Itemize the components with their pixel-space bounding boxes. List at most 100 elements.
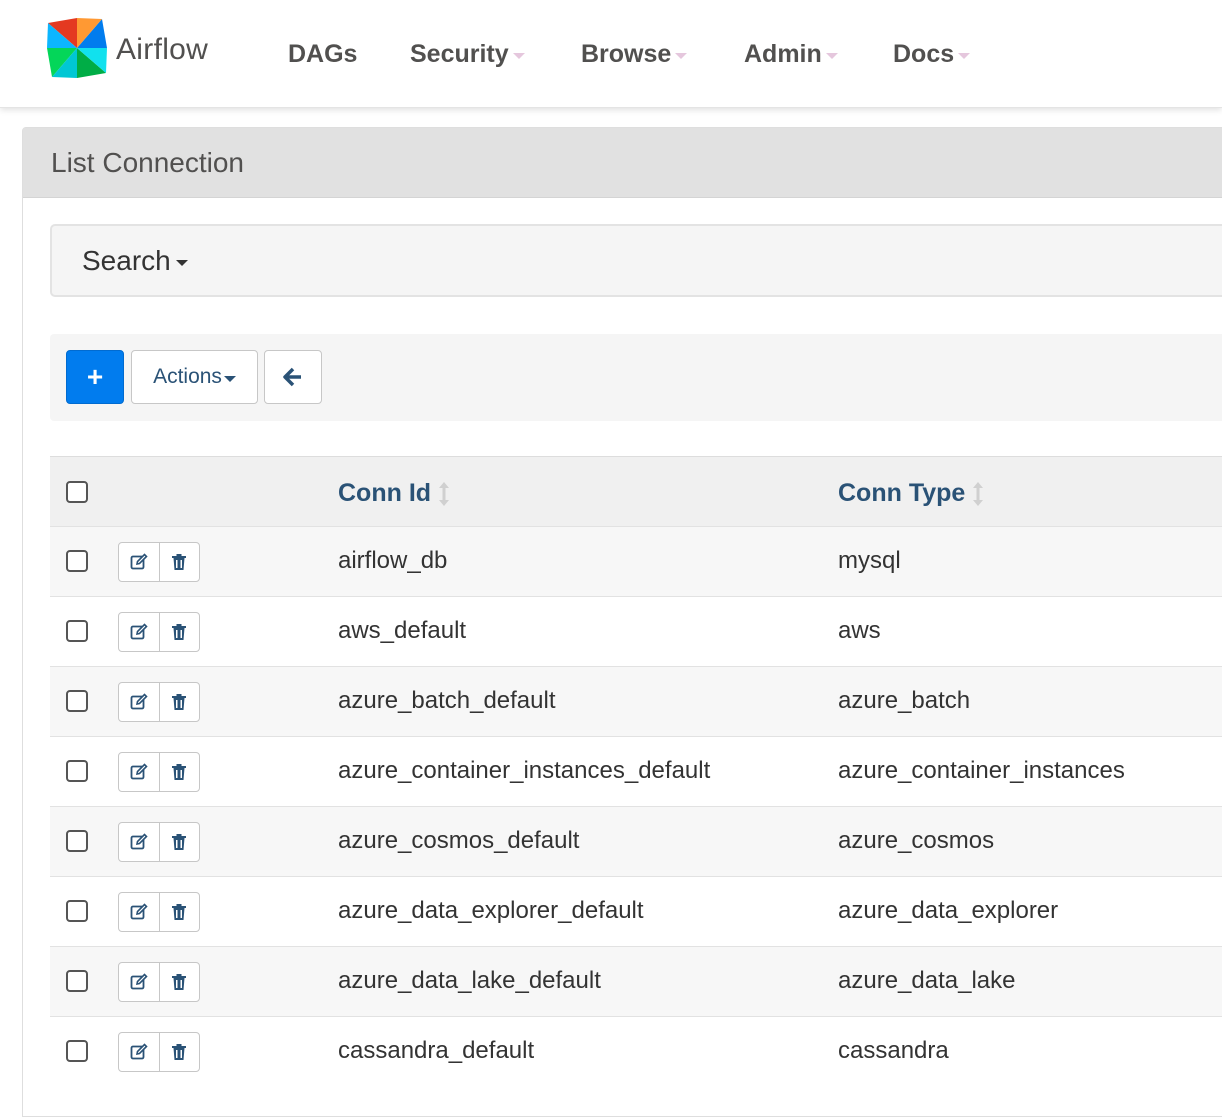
conn-type-cell: azure_data_explorer — [838, 897, 1059, 924]
edit-button[interactable] — [119, 753, 159, 791]
table-row: azure_batch_default azure_batch — [50, 666, 1222, 736]
edit-button[interactable] — [119, 823, 159, 861]
caret-down-icon — [958, 52, 971, 59]
caret-down-icon — [825, 52, 838, 59]
conn-type-cell: azure_data_lake — [838, 967, 1016, 994]
edit-icon — [130, 693, 148, 710]
conn-type-cell: mysql — [838, 547, 901, 574]
actions-label: Actions — [153, 365, 222, 388]
row-checkbox[interactable] — [66, 690, 88, 712]
trash-icon — [172, 904, 187, 920]
edit-icon — [130, 973, 148, 990]
nav-browse[interactable]: Browse — [581, 36, 688, 72]
conn-id-cell: azure_batch_default — [338, 687, 556, 714]
conn-id-cell: azure_cosmos_default — [338, 827, 580, 854]
row-actions — [118, 822, 200, 862]
caret-down-icon — [675, 52, 688, 59]
row-actions — [118, 892, 200, 932]
row-actions — [118, 682, 200, 722]
list-panel: List Connection Search + Actions Conn Id — [22, 127, 1222, 1117]
back-button[interactable] — [264, 350, 322, 404]
delete-button[interactable] — [158, 613, 200, 651]
row-checkbox[interactable] — [66, 900, 88, 922]
conn-id-cell: azure_data_explorer_default — [338, 897, 644, 924]
caret-down-icon — [175, 259, 188, 266]
nav-browse-label: Browse — [581, 39, 672, 68]
delete-button[interactable] — [158, 963, 200, 1001]
column-conn-type[interactable]: Conn Type — [838, 479, 984, 508]
actions-dropdown[interactable]: Actions — [131, 350, 258, 404]
navbar: Airflow DAGs Security Browse Admin Docs — [0, 0, 1222, 108]
delete-button[interactable] — [158, 543, 200, 581]
nav-dags-label: DAGs — [288, 39, 358, 68]
edit-button[interactable] — [119, 683, 159, 721]
nav-docs[interactable]: Docs — [893, 36, 971, 72]
conn-type-cell: aws — [838, 617, 881, 644]
edit-button[interactable] — [119, 613, 159, 651]
nav-admin[interactable]: Admin — [744, 36, 838, 72]
edit-button[interactable] — [119, 543, 159, 581]
conn-id-cell: azure_container_instances_default — [338, 757, 711, 784]
delete-button[interactable] — [158, 823, 200, 861]
conn-type-cell: azure_cosmos — [838, 827, 995, 854]
row-checkbox[interactable] — [66, 830, 88, 852]
edit-button[interactable] — [119, 1033, 159, 1071]
add-record-button[interactable]: + — [66, 350, 124, 404]
trash-icon — [172, 1044, 187, 1060]
conn-id-cell: airflow_db — [338, 547, 448, 574]
trash-icon — [172, 974, 187, 990]
arrow-left-icon — [283, 367, 301, 387]
nav-security[interactable]: Security — [410, 36, 525, 72]
row-actions — [118, 1032, 200, 1072]
search-well: Search — [50, 224, 1222, 297]
row-actions — [118, 962, 200, 1002]
conn-id-cell: azure_data_lake_default — [338, 967, 601, 994]
conn-type-cell: azure_container_instances — [838, 757, 1125, 784]
table-row: cassandra_default cassandra — [50, 1016, 1222, 1086]
brand-link[interactable]: Airflow — [44, 17, 208, 83]
trash-icon — [172, 834, 187, 850]
conn-id-cell: aws_default — [338, 617, 467, 644]
connections-table: Conn Id Conn Type airflow_db mysql aws_d… — [50, 456, 1222, 1086]
delete-button[interactable] — [158, 753, 200, 791]
table-row: azure_container_instances_default azure_… — [50, 736, 1222, 806]
nav-admin-label: Admin — [744, 39, 822, 68]
row-checkbox[interactable] — [66, 620, 88, 642]
table-header: Conn Id Conn Type — [50, 456, 1222, 526]
trash-icon — [172, 554, 187, 570]
search-label: Search — [82, 244, 171, 276]
row-actions — [118, 542, 200, 582]
table-row: azure_data_explorer_default azure_data_e… — [50, 876, 1222, 946]
delete-button[interactable] — [158, 1033, 200, 1071]
search-toggle[interactable]: Search — [82, 245, 188, 277]
nav-security-label: Security — [410, 39, 509, 68]
edit-icon — [130, 763, 148, 780]
edit-button[interactable] — [119, 963, 159, 1001]
row-checkbox[interactable] — [66, 550, 88, 572]
edit-icon — [130, 1043, 148, 1060]
select-all-checkbox[interactable] — [66, 481, 88, 503]
delete-button[interactable] — [158, 893, 200, 931]
delete-button[interactable] — [158, 683, 200, 721]
row-checkbox[interactable] — [66, 760, 88, 782]
table-row: azure_data_lake_default azure_data_lake — [50, 946, 1222, 1016]
table-body: airflow_db mysql aws_default aws azure_b… — [50, 526, 1222, 1086]
nav-docs-label: Docs — [893, 39, 955, 68]
row-actions — [118, 752, 200, 792]
row-checkbox[interactable] — [66, 1040, 88, 1062]
nav-dags[interactable]: DAGs — [288, 36, 357, 72]
edit-icon — [130, 623, 148, 640]
conn-type-cell: cassandra — [838, 1037, 949, 1064]
column-conn-type-label: Conn Type — [838, 479, 966, 507]
airflow-logo-icon — [44, 15, 110, 86]
conn-id-cell: cassandra_default — [338, 1037, 535, 1064]
row-checkbox[interactable] — [66, 970, 88, 992]
row-actions — [118, 612, 200, 652]
column-conn-id[interactable]: Conn Id — [338, 479, 450, 508]
table-row: azure_cosmos_default azure_cosmos — [50, 806, 1222, 876]
table-row: airflow_db mysql — [50, 526, 1222, 596]
caret-down-icon — [223, 376, 236, 382]
edit-button[interactable] — [119, 893, 159, 931]
toolbar: + Actions — [50, 334, 1222, 421]
page-title: List Connection — [51, 146, 245, 178]
